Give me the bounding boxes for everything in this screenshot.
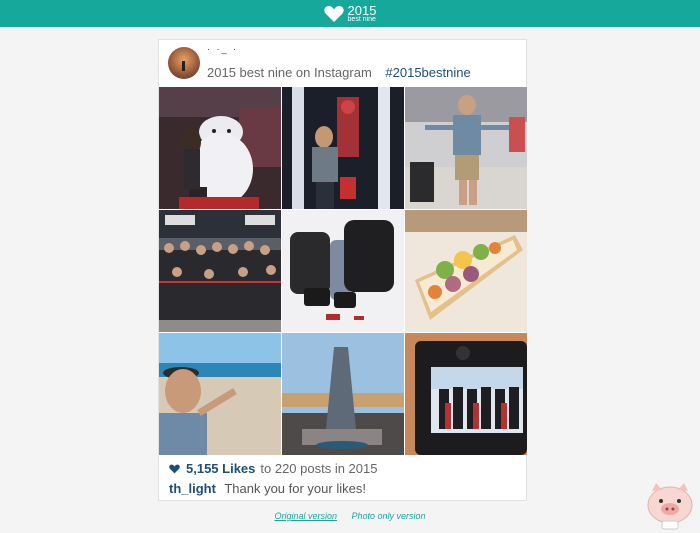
comment-row: th_light Thank you for your likes! xyxy=(169,481,366,496)
top-bar: 2015 best nine xyxy=(0,0,700,27)
best-nine-card: · ·_ · 2015 best nine on Instagram #2015… xyxy=(158,39,527,501)
username[interactable]: · ·_ · xyxy=(207,44,238,54)
airport-photo[interactable] xyxy=(405,87,527,209)
comment-text: Thank you for your likes! xyxy=(224,481,366,496)
graduation-camera-photo[interactable] xyxy=(405,333,527,455)
likes-row: 5,155 Likes to 220 posts in 2015 xyxy=(169,461,377,476)
avatar[interactable] xyxy=(168,47,200,79)
likes-count: 5,155 Likes xyxy=(186,461,256,476)
footer-links: Original version Photo only version xyxy=(0,511,700,521)
fruit-tart-photo[interactable] xyxy=(405,210,527,332)
photo-grid xyxy=(159,87,527,455)
hashtag-link[interactable]: #2015bestnine xyxy=(385,65,470,80)
group-photo[interactable] xyxy=(159,210,281,332)
comment-username[interactable]: th_light xyxy=(169,481,216,496)
backpacks-photo[interactable] xyxy=(282,210,404,332)
likes-summary: to 220 posts in 2015 xyxy=(260,461,378,476)
original-version-link[interactable]: Original version xyxy=(274,511,337,521)
heart-icon xyxy=(169,464,180,473)
caption-text: 2015 best nine on Instagram xyxy=(207,65,372,80)
card-header: · ·_ · 2015 best nine on Instagram #2015… xyxy=(159,40,526,87)
photo-only-version-link[interactable]: Photo only version xyxy=(352,511,426,521)
beach-selfie-photo[interactable] xyxy=(159,333,281,455)
pig-mascot-icon xyxy=(647,483,693,530)
iron-man-photo[interactable] xyxy=(282,87,404,209)
brand-text: 2015 best nine xyxy=(348,4,377,23)
brand-logo[interactable]: 2015 best nine xyxy=(323,4,377,23)
brand-subtitle: best nine xyxy=(347,16,376,23)
heart-logo-icon xyxy=(323,5,344,22)
baymax-photo[interactable] xyxy=(159,87,281,209)
sculpture-photo[interactable] xyxy=(282,333,404,455)
caption: 2015 best nine on Instagram #2015bestnin… xyxy=(207,65,471,80)
